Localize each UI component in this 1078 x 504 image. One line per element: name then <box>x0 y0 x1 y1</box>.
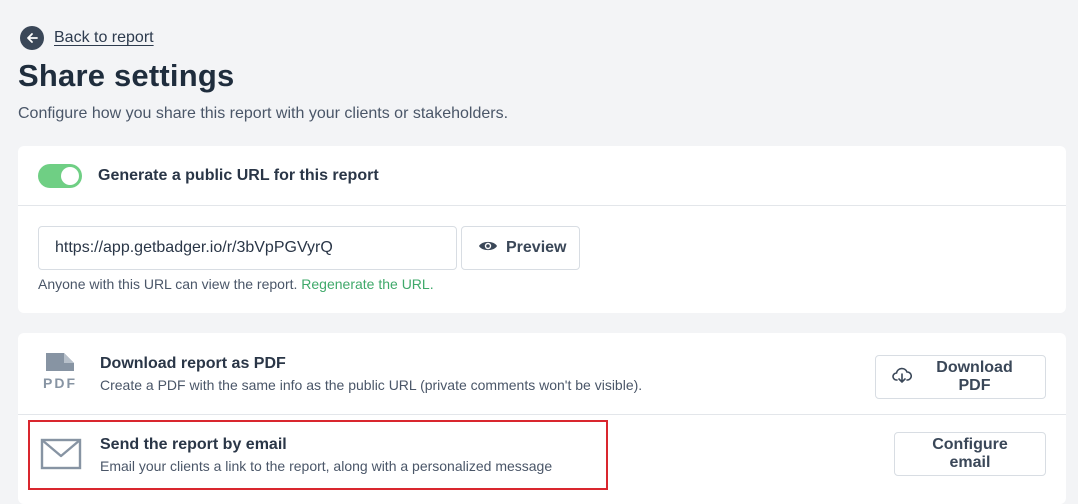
email-title: Send the report by email <box>100 436 287 453</box>
back-to-report-link[interactable]: Back to report <box>20 26 154 50</box>
email-row: Send the report by email Email your clie… <box>18 416 1066 504</box>
public-url-card: Generate a public URL for this report Pr… <box>18 146 1066 313</box>
url-row: Preview <box>38 226 580 270</box>
configure-email-button[interactable]: Configure email <box>894 432 1046 476</box>
page-title: Share settings <box>18 58 235 93</box>
public-url-toggle-label: Generate a public URL for this report <box>98 166 379 184</box>
url-note: Anyone with this URL can view the report… <box>38 276 434 292</box>
download-pdf-label: Download PDF <box>936 359 1013 394</box>
preview-button[interactable]: Preview <box>461 226 580 270</box>
pdf-file-icon: PDF <box>40 351 80 396</box>
eye-icon <box>478 239 498 258</box>
url-note-text: Anyone with this URL can view the report… <box>38 276 298 292</box>
pdf-icon-text: PDF <box>43 375 77 391</box>
email-description: Email your clients a link to the report,… <box>100 458 553 474</box>
pdf-description: Create a PDF with the same info as the p… <box>100 376 643 393</box>
download-pdf-button[interactable]: Download PDF <box>875 355 1046 399</box>
export-options-card: PDF Download report as PDF Create a PDF … <box>18 333 1066 504</box>
public-url-toggle-row: Generate a public URL for this report <box>18 146 1066 206</box>
cloud-download-icon <box>892 366 913 389</box>
arrow-left-icon <box>20 26 44 50</box>
toggle-knob <box>61 166 79 185</box>
configure-email-label: Configure email <box>932 436 1008 471</box>
public-url-field[interactable] <box>38 226 457 270</box>
email-row-text: Send the report by email Email your clie… <box>100 436 552 474</box>
regenerate-url-link[interactable]: Regenerate the URL. <box>301 276 433 292</box>
public-url-toggle[interactable] <box>38 163 82 188</box>
preview-button-label: Preview <box>506 239 567 256</box>
pdf-row: PDF Download report as PDF Create a PDF … <box>18 333 1066 415</box>
envelope-icon <box>40 438 82 475</box>
pdf-row-text: Download report as PDF Create a PDF with… <box>100 355 642 393</box>
back-link-label: Back to report <box>54 29 154 46</box>
page-subtitle: Configure how you share this report with… <box>18 105 509 122</box>
pdf-title: Download report as PDF <box>100 354 286 372</box>
